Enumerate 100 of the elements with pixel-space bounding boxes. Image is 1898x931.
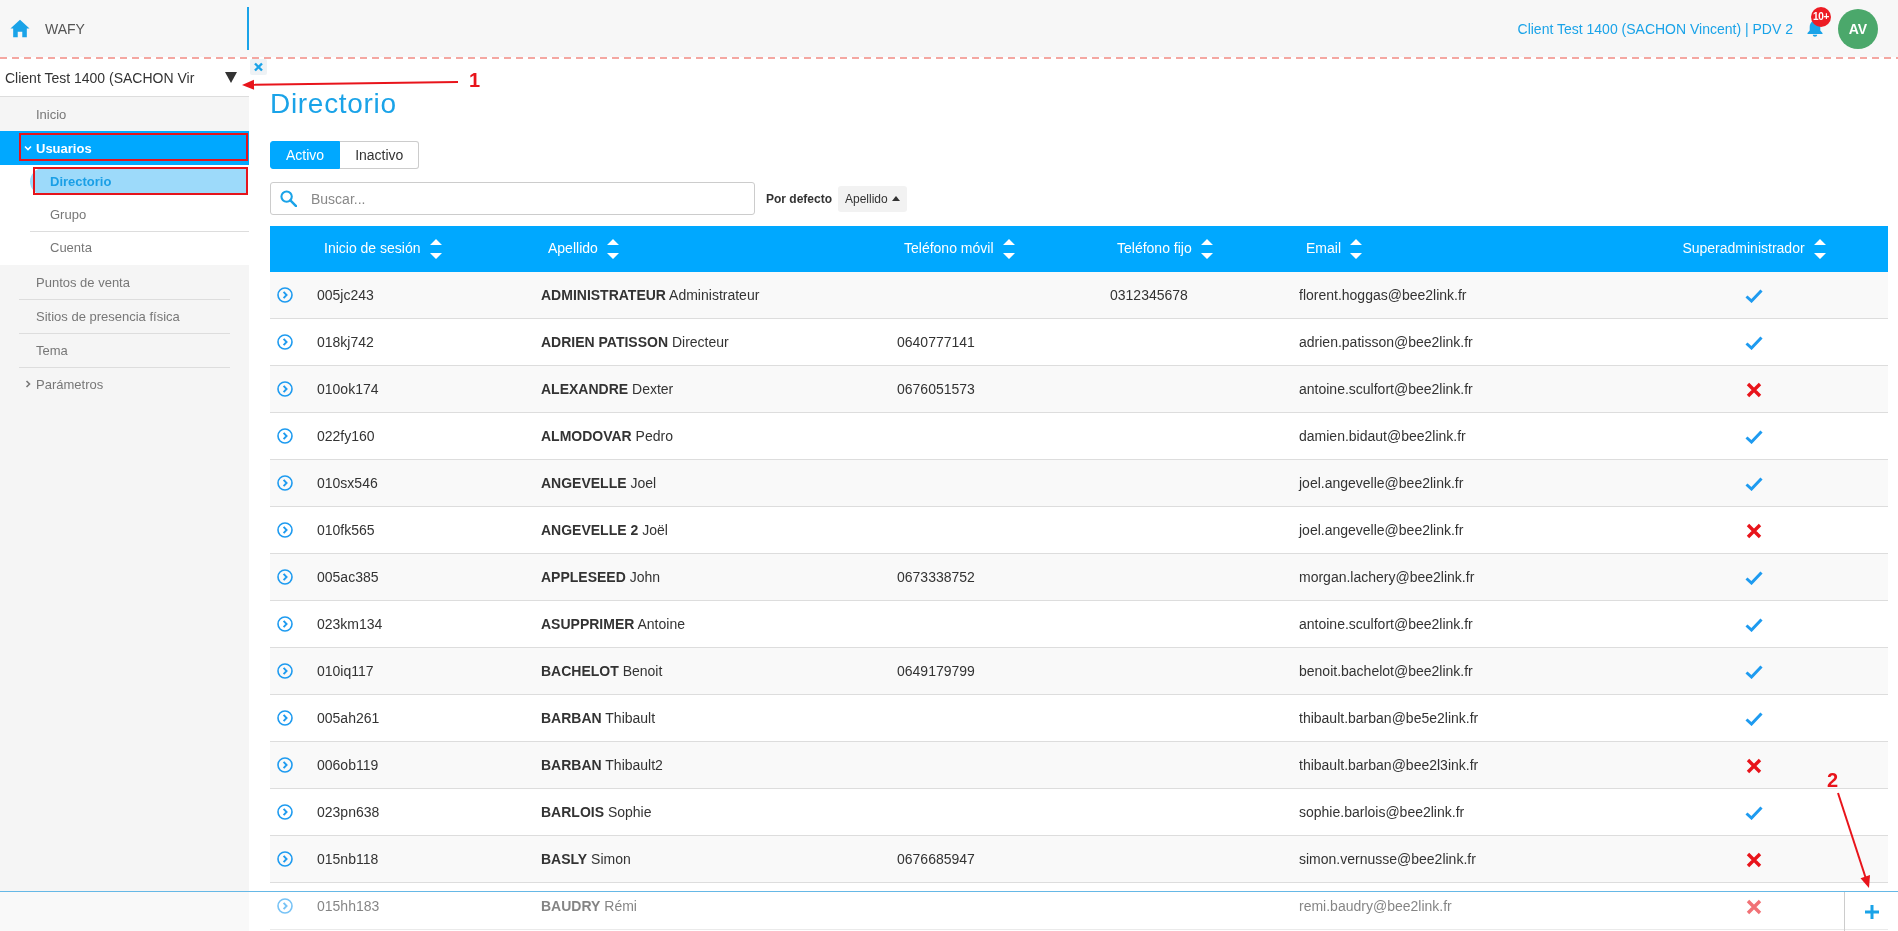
table-cell: ADMINISTRATEUR Administrateur xyxy=(534,272,890,319)
table-cell: 0676685947 xyxy=(890,835,1103,883)
table-cell: BAUDRY Rémi xyxy=(534,882,890,930)
table-cell: ALEXANDRE Dexter xyxy=(534,365,890,413)
table-cell: sophie.barlois@bee2link.fr xyxy=(1292,788,1620,836)
table-cell: BARBAN Thibault2 xyxy=(534,741,890,789)
account-link[interactable]: Client Test 1400 (SACHON Vincent) | PDV 2 xyxy=(1517,20,1793,37)
table-cell: 0640777141 xyxy=(890,318,1103,366)
status-tab[interactable]: Activo xyxy=(270,141,341,169)
column-header[interactable]: Superadministrador xyxy=(1620,226,1888,272)
chevron-circle-icon[interactable] xyxy=(277,381,293,397)
column-header[interactable]: Teléfono fijo xyxy=(1103,226,1292,272)
table-cell: ADRIEN PATISSON Directeur xyxy=(534,318,890,366)
search-field[interactable]: Buscar... xyxy=(270,182,755,215)
table-cell: florent.hoggas@bee2link.fr xyxy=(1292,272,1620,319)
table-cell: ALMODOVAR Pedro xyxy=(534,412,890,460)
user-avatar[interactable]: AV xyxy=(1838,8,1878,49)
table-cell: BACHELOT Benoit xyxy=(534,647,890,695)
table-cell: 015hh183 xyxy=(310,882,534,930)
chevron-circle-icon[interactable] xyxy=(277,522,293,538)
table-cell: 0312345678 xyxy=(1103,272,1292,319)
table-cell: remi.baudry@bee2link.fr xyxy=(1292,882,1620,930)
client-select[interactable]: Client Test 1400 (SACHON Vir xyxy=(0,59,249,97)
sort-icon[interactable] xyxy=(606,239,619,259)
table-cell: 010fk565 xyxy=(310,506,534,554)
sidebar-subitem[interactable]: Grupo xyxy=(0,198,249,231)
sort-icon[interactable] xyxy=(1813,239,1826,259)
sort-icon[interactable] xyxy=(429,239,442,259)
page-title: Directorio xyxy=(270,87,398,121)
table-cell: 010sx546 xyxy=(310,459,534,507)
table-cell: antoine.sculfort@bee2link.fr xyxy=(1292,365,1620,413)
chevron-circle-icon[interactable] xyxy=(277,428,293,444)
sort-label: Por defecto xyxy=(766,191,832,206)
sidebar-item[interactable]: Puntos de venta xyxy=(0,265,249,299)
table-cell: BASLY Simon xyxy=(534,835,890,883)
table-cell: 023pn638 xyxy=(310,788,534,836)
chevron-circle-icon[interactable] xyxy=(277,851,293,867)
table-cell: 022fy160 xyxy=(310,412,534,460)
chevron-circle-icon[interactable] xyxy=(277,287,293,303)
table-cell: adrien.patisson@bee2link.fr xyxy=(1292,318,1620,366)
chevron-circle-icon[interactable] xyxy=(277,663,293,679)
sidebar-item[interactable]: Tema xyxy=(0,333,249,367)
table-cell: 0673338752 xyxy=(890,553,1103,601)
sidebar-item[interactable]: Sitios de presencia física xyxy=(0,299,249,333)
chevron-circle-icon[interactable] xyxy=(277,757,293,773)
sidebar-item[interactable]: Usuarios xyxy=(0,131,249,165)
sort-icon[interactable] xyxy=(1002,239,1015,259)
table-cell: 0649179799 xyxy=(890,647,1103,695)
search-icon xyxy=(280,190,297,207)
dropdown-triangle-icon xyxy=(225,72,237,83)
table-cell: joel.angevelle@bee2link.fr xyxy=(1292,506,1620,554)
table-cell: 018kj742 xyxy=(310,318,534,366)
table-cell: 015nb118 xyxy=(310,835,534,883)
table-cell: damien.bidaut@bee2link.fr xyxy=(1292,412,1620,460)
chevron-circle-icon[interactable] xyxy=(277,616,293,632)
table-cell: 005ah261 xyxy=(310,694,534,742)
sidebar-item[interactable]: Parámetros xyxy=(0,367,249,401)
table-cell: 005ac385 xyxy=(310,553,534,601)
table-cell: ANGEVELLE Joel xyxy=(534,459,890,507)
table-cell: 023km134 xyxy=(310,600,534,648)
table-cell: benoit.bachelot@bee2link.fr xyxy=(1292,647,1620,695)
table-cell: 005jc243 xyxy=(310,272,534,319)
sidebar-subitem[interactable]: Cuenta xyxy=(0,231,249,264)
chevron-circle-icon[interactable] xyxy=(277,569,293,585)
sort-button[interactable]: Apellido xyxy=(838,185,907,212)
chevron-circle-icon[interactable] xyxy=(277,898,293,914)
home-icon[interactable] xyxy=(10,19,30,38)
table-cell: thibault.barban@bee2l3ink.fr xyxy=(1292,741,1620,789)
plus-icon xyxy=(1864,904,1879,919)
chevron-circle-icon[interactable] xyxy=(277,475,293,491)
status-tab[interactable]: Inactivo xyxy=(340,141,420,169)
callout-number: 2 xyxy=(1827,769,1839,791)
table-cell: antoine.sculfort@bee2link.fr xyxy=(1292,600,1620,648)
chevron-circle-icon[interactable] xyxy=(277,334,293,350)
table-cell: 006ob119 xyxy=(310,741,534,789)
table-cell: joel.angevelle@bee2link.fr xyxy=(1292,459,1620,507)
column-header[interactable]: Apellido xyxy=(534,226,890,272)
table-cell: 010ok174 xyxy=(310,365,534,413)
notification-badge: 10+ xyxy=(1811,6,1831,27)
table-cell: BARLOIS Sophie xyxy=(534,788,890,836)
sidebar-item[interactable]: Inicio xyxy=(0,97,249,131)
column-header[interactable]: Inicio de sesión xyxy=(310,226,534,272)
close-icon[interactable] xyxy=(250,59,267,75)
table-cell: ANGEVELLE 2 Joël xyxy=(534,506,890,554)
table-cell: ASUPPRIMER Antoine xyxy=(534,600,890,648)
callout-number: 1 xyxy=(469,69,481,91)
column-header[interactable]: Teléfono móvil xyxy=(890,226,1103,272)
table-cell: 0676051573 xyxy=(890,365,1103,413)
table-cell: simon.vernusse@bee2link.fr xyxy=(1292,835,1620,883)
table-cell: thibault.barban@be5e2link.fr xyxy=(1292,694,1620,742)
sort-icon[interactable] xyxy=(1200,239,1213,259)
table-cell: BARBAN Thibault xyxy=(534,694,890,742)
app-name: WAFY xyxy=(45,20,85,37)
chevron-circle-icon[interactable] xyxy=(277,710,293,726)
table-cell: morgan.lachery@bee2link.fr xyxy=(1292,553,1620,601)
column-header[interactable]: Email xyxy=(1292,226,1620,272)
sort-icon[interactable] xyxy=(1350,239,1362,259)
chevron-circle-icon[interactable] xyxy=(277,804,293,820)
table-cell: APPLESEED John xyxy=(534,553,890,601)
sidebar-subitem[interactable]: Directorio xyxy=(0,165,249,198)
